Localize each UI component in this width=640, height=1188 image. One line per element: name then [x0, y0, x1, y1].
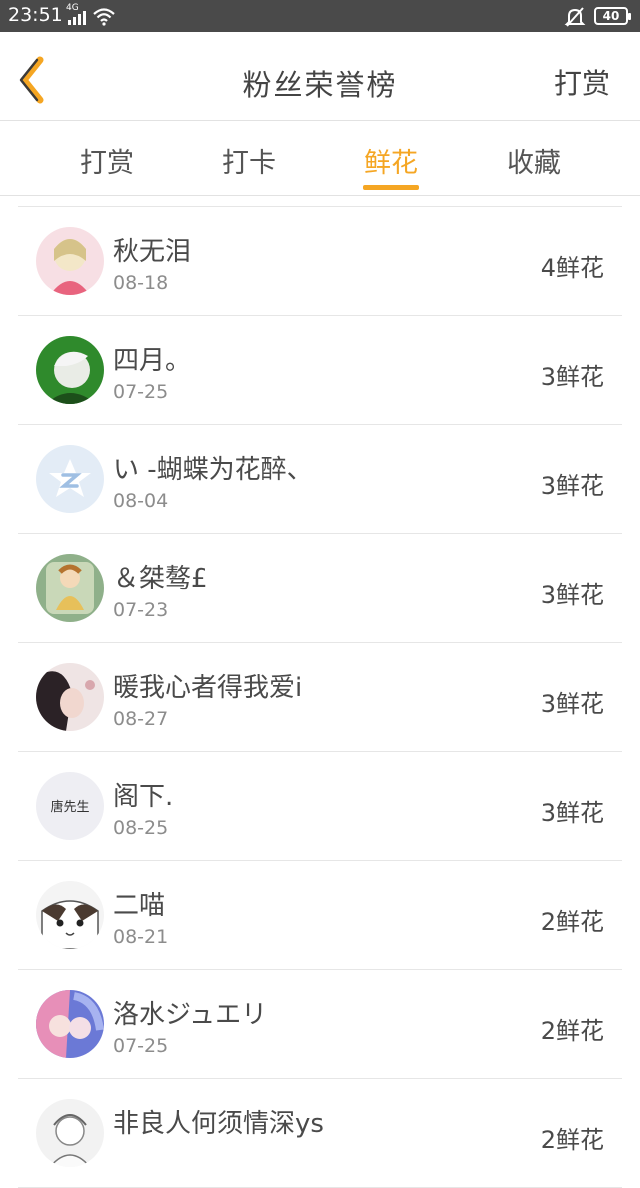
avatar [36, 990, 104, 1058]
fan-date: 08-18 [113, 272, 169, 294]
fan-ranking-list: 秋无泪 08-18 4鲜花 四月。 07-25 3鲜花 い -蝴蝶为花醉、 08… [18, 206, 622, 1188]
fan-date: 07-23 [113, 599, 169, 621]
battery-indicator: 40 [594, 7, 631, 25]
avatar-text: 唐先生 [50, 799, 89, 815]
signal-icon [66, 9, 86, 25]
fan-name: 二喵 [113, 891, 166, 921]
fan-name: い -蝴蝶为花醉、 [113, 455, 313, 485]
flower-count: 3鲜花 [540, 363, 604, 391]
fan-name: 洛水ジュエリ [113, 1000, 268, 1030]
flower-count: 2鲜花 [540, 908, 604, 936]
active-tab-indicator [363, 185, 419, 190]
avatar [36, 227, 104, 295]
list-item[interactable]: 唐先生 阁下. 08-25 3鲜花 [18, 752, 622, 861]
avatar [36, 663, 104, 731]
status-time: 23:51 [8, 4, 63, 26]
list-item[interactable]: い -蝴蝶为花醉、 08-04 3鲜花 [18, 425, 622, 534]
list-item[interactable]: 暖我心者得我爱i 08-27 3鲜花 [18, 643, 622, 752]
reward-button[interactable]: 打赏 [554, 62, 610, 102]
list-item[interactable]: 洛水ジュエリ 07-25 2鲜花 [18, 970, 622, 1079]
avatar [36, 1099, 104, 1167]
alarm-off-icon [564, 7, 586, 27]
avatar [36, 554, 104, 622]
list-item[interactable]: 秋无泪 08-18 4鲜花 [18, 207, 622, 316]
fan-date: 07-25 [113, 1035, 169, 1057]
avatar [36, 336, 104, 404]
tab-favorites[interactable]: 收藏 [484, 141, 584, 180]
flower-count: 3鲜花 [540, 472, 604, 500]
tab-reward[interactable]: 打赏 [57, 141, 157, 180]
fan-date: 07-25 [113, 381, 169, 403]
avatar [36, 881, 104, 949]
avatar: 唐先生 [36, 772, 104, 840]
fan-date: 08-27 [113, 708, 169, 730]
fan-date: 08-21 [113, 926, 169, 948]
fan-name: 阁下. [113, 782, 174, 812]
nav-header: 粉丝荣誉榜 打赏 [0, 32, 640, 121]
tab-checkin[interactable]: 打卡 [199, 141, 299, 180]
flower-count: 4鲜花 [540, 254, 604, 282]
fan-name: 秋无泪 [113, 237, 192, 267]
flower-count: 3鲜花 [540, 799, 604, 827]
fan-name: 四月。 [113, 346, 192, 376]
tab-bar: 打赏 打卡 鲜花 收藏 [0, 121, 640, 196]
fan-name: ＆桀骜£ [113, 564, 208, 594]
fan-name: 非良人何须情深ys [113, 1109, 324, 1139]
list-item[interactable]: 四月。 07-25 3鲜花 [18, 316, 622, 425]
list-item[interactable]: ＆桀骜£ 07-23 3鲜花 [18, 534, 622, 643]
list-item[interactable]: 二喵 08-21 2鲜花 [18, 861, 622, 970]
wifi-icon [93, 8, 115, 26]
tab-flowers[interactable]: 鲜花 [341, 141, 441, 180]
flower-count: 3鲜花 [540, 690, 604, 718]
flower-count: 2鲜花 [540, 1017, 604, 1045]
flower-count: 3鲜花 [540, 581, 604, 609]
fan-date: 08-04 [113, 490, 169, 512]
avatar [36, 445, 104, 513]
page-title: 粉丝荣誉榜 [242, 68, 398, 102]
fan-date: 08-25 [113, 817, 169, 839]
status-bar: 23:51 4G 40 [0, 0, 640, 32]
list-item[interactable]: 非良人何须情深ys 2鲜花 [18, 1079, 622, 1188]
fan-name: 暖我心者得我爱i [113, 673, 303, 703]
